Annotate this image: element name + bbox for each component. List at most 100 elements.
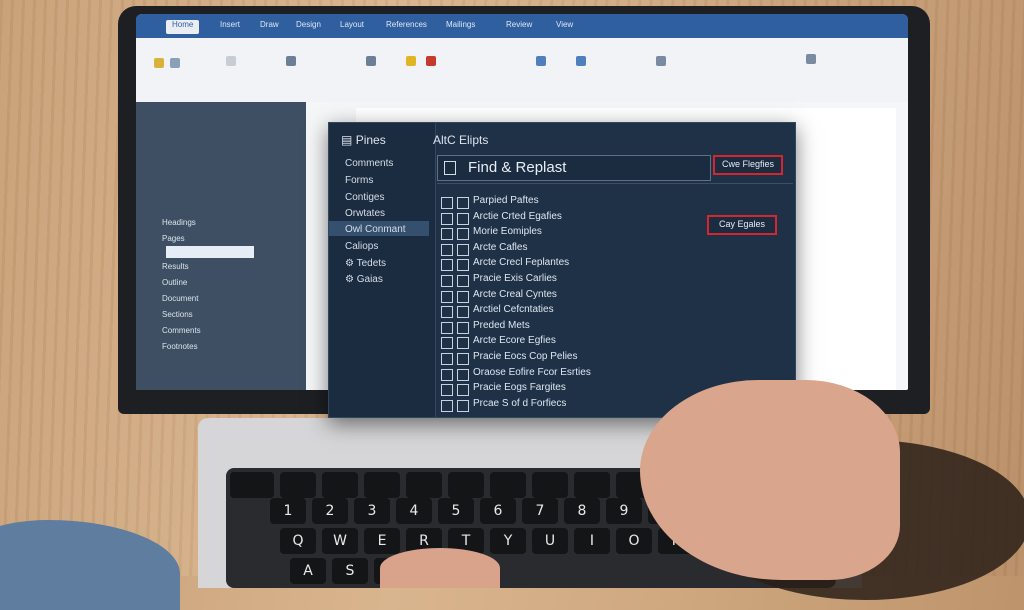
sidebar-item[interactable]: Orwtates	[345, 208, 385, 219]
styles-icon[interactable]	[536, 56, 546, 66]
tab-review[interactable]: Review	[506, 20, 532, 34]
checkbox[interactable]	[441, 290, 453, 303]
checkbox[interactable]	[457, 259, 469, 272]
left-hand	[380, 548, 500, 588]
checkbox[interactable]	[457, 212, 469, 225]
key-i[interactable]: I	[574, 528, 610, 554]
font-color-icon[interactable]	[426, 56, 436, 66]
nav-item[interactable]: Footnotes	[162, 342, 198, 351]
bold-icon[interactable]	[286, 56, 296, 66]
key-f2[interactable]	[322, 472, 358, 498]
nav-item[interactable]: Headings	[162, 218, 196, 227]
list-icon[interactable]	[366, 56, 376, 66]
key-e[interactable]: E	[364, 528, 400, 554]
nav-item[interactable]: Document	[162, 294, 198, 303]
key-w[interactable]: W	[322, 528, 358, 554]
checkbox[interactable]	[441, 368, 453, 381]
checkbox[interactable]	[457, 243, 469, 256]
share-icon[interactable]	[806, 54, 816, 64]
checkbox[interactable]	[441, 228, 453, 241]
font-icon[interactable]	[226, 56, 236, 66]
option-label: Arcte Crecl Feplantes	[473, 257, 570, 269]
dictate-icon[interactable]	[656, 56, 666, 66]
tab-references[interactable]: References	[386, 20, 427, 34]
checkbox[interactable]	[441, 275, 453, 287]
highlight-icon[interactable]	[406, 56, 416, 66]
key-y[interactable]: Y	[490, 528, 526, 554]
checkbox[interactable]	[457, 384, 469, 397]
nav-item[interactable]: Comments	[162, 326, 201, 335]
key-u[interactable]: U	[532, 528, 568, 554]
editing-icon[interactable]	[576, 56, 586, 66]
nav-item[interactable]: Pages	[162, 234, 185, 243]
key-esc[interactable]	[230, 472, 274, 498]
primary-action-button[interactable]: Cwe Flegfies	[713, 155, 783, 175]
nav-item[interactable]: Outline	[162, 278, 187, 287]
option-label: Arcte Cafles	[473, 241, 528, 253]
key-f3[interactable]	[364, 472, 400, 498]
checkbox[interactable]	[441, 399, 453, 412]
nav-item[interactable]: Results	[162, 262, 189, 271]
sidebar-item[interactable]: Contiges	[345, 192, 384, 203]
checkbox[interactable]	[457, 197, 469, 209]
sidebar-item[interactable]: ⚙ Tedets	[345, 258, 386, 269]
sidebar-item[interactable]: Caliops	[345, 241, 378, 252]
cut-icon[interactable]	[170, 58, 180, 68]
tab-home[interactable]: Home	[166, 20, 200, 34]
key-1[interactable]: 1	[270, 498, 306, 524]
tab-insert[interactable]: Insert	[220, 20, 240, 34]
checkbox[interactable]	[457, 353, 469, 365]
checkbox[interactable]	[441, 321, 453, 334]
nav-item[interactable]: Sections	[162, 310, 193, 319]
secondary-action-button[interactable]: Cay Egales	[707, 215, 777, 235]
checkbox[interactable]	[441, 212, 453, 225]
tab-mailings[interactable]: Mailings	[446, 20, 475, 34]
sidebar-item[interactable]: Forms	[345, 175, 373, 186]
checkbox[interactable]	[457, 290, 469, 303]
key-3[interactable]: 3	[354, 498, 390, 524]
tab-draw[interactable]: Draw	[260, 20, 279, 34]
key-f4[interactable]	[406, 472, 442, 498]
sidebar-item[interactable]: Comments	[345, 158, 393, 169]
checkbox[interactable]	[441, 259, 453, 272]
tab-view[interactable]: View	[556, 20, 573, 34]
checkbox[interactable]	[441, 353, 453, 365]
checkbox[interactable]	[457, 275, 469, 287]
checkbox[interactable]	[457, 228, 469, 241]
key-q[interactable]: Q	[280, 528, 316, 554]
option-label: Morie Eomiples	[473, 226, 542, 238]
key-s[interactable]: S	[332, 558, 368, 584]
checkbox[interactable]	[457, 337, 469, 350]
paste-icon[interactable]	[154, 58, 164, 68]
checkbox[interactable]	[441, 306, 453, 319]
sidebar-item-selected[interactable]: Owl Conmant	[345, 224, 406, 235]
key-o[interactable]: O	[616, 528, 652, 554]
checkbox[interactable]	[457, 399, 469, 412]
checkbox[interactable]	[457, 306, 469, 319]
key-6[interactable]: 6	[480, 498, 516, 524]
sidebar-item[interactable]: ⚙ Gaias	[345, 274, 383, 285]
key-2[interactable]: 2	[312, 498, 348, 524]
key-f8[interactable]	[574, 472, 610, 498]
tab-design[interactable]: Design	[296, 20, 321, 34]
key-7[interactable]: 7	[522, 498, 558, 524]
find-replace-input[interactable]: Find & Replast	[437, 155, 711, 181]
navigation-pane: Headings Pages Results Outline Document …	[136, 102, 306, 390]
key-f5[interactable]	[448, 472, 484, 498]
checkbox[interactable]	[441, 384, 453, 397]
checkbox[interactable]	[441, 243, 453, 256]
checkbox[interactable]	[441, 337, 453, 350]
key-4[interactable]: 4	[396, 498, 432, 524]
checkbox[interactable]	[457, 368, 469, 381]
key-f6[interactable]	[490, 472, 526, 498]
nav-selected-item[interactable]	[166, 246, 254, 258]
checkbox[interactable]	[441, 197, 453, 209]
key-f1[interactable]	[280, 472, 316, 498]
key-a[interactable]: A	[290, 558, 326, 584]
key-8[interactable]: 8	[564, 498, 600, 524]
key-5[interactable]: 5	[438, 498, 474, 524]
tab-layout[interactable]: Layout	[340, 20, 364, 34]
key-9[interactable]: 9	[606, 498, 642, 524]
key-f7[interactable]	[532, 472, 568, 498]
checkbox[interactable]	[457, 321, 469, 334]
